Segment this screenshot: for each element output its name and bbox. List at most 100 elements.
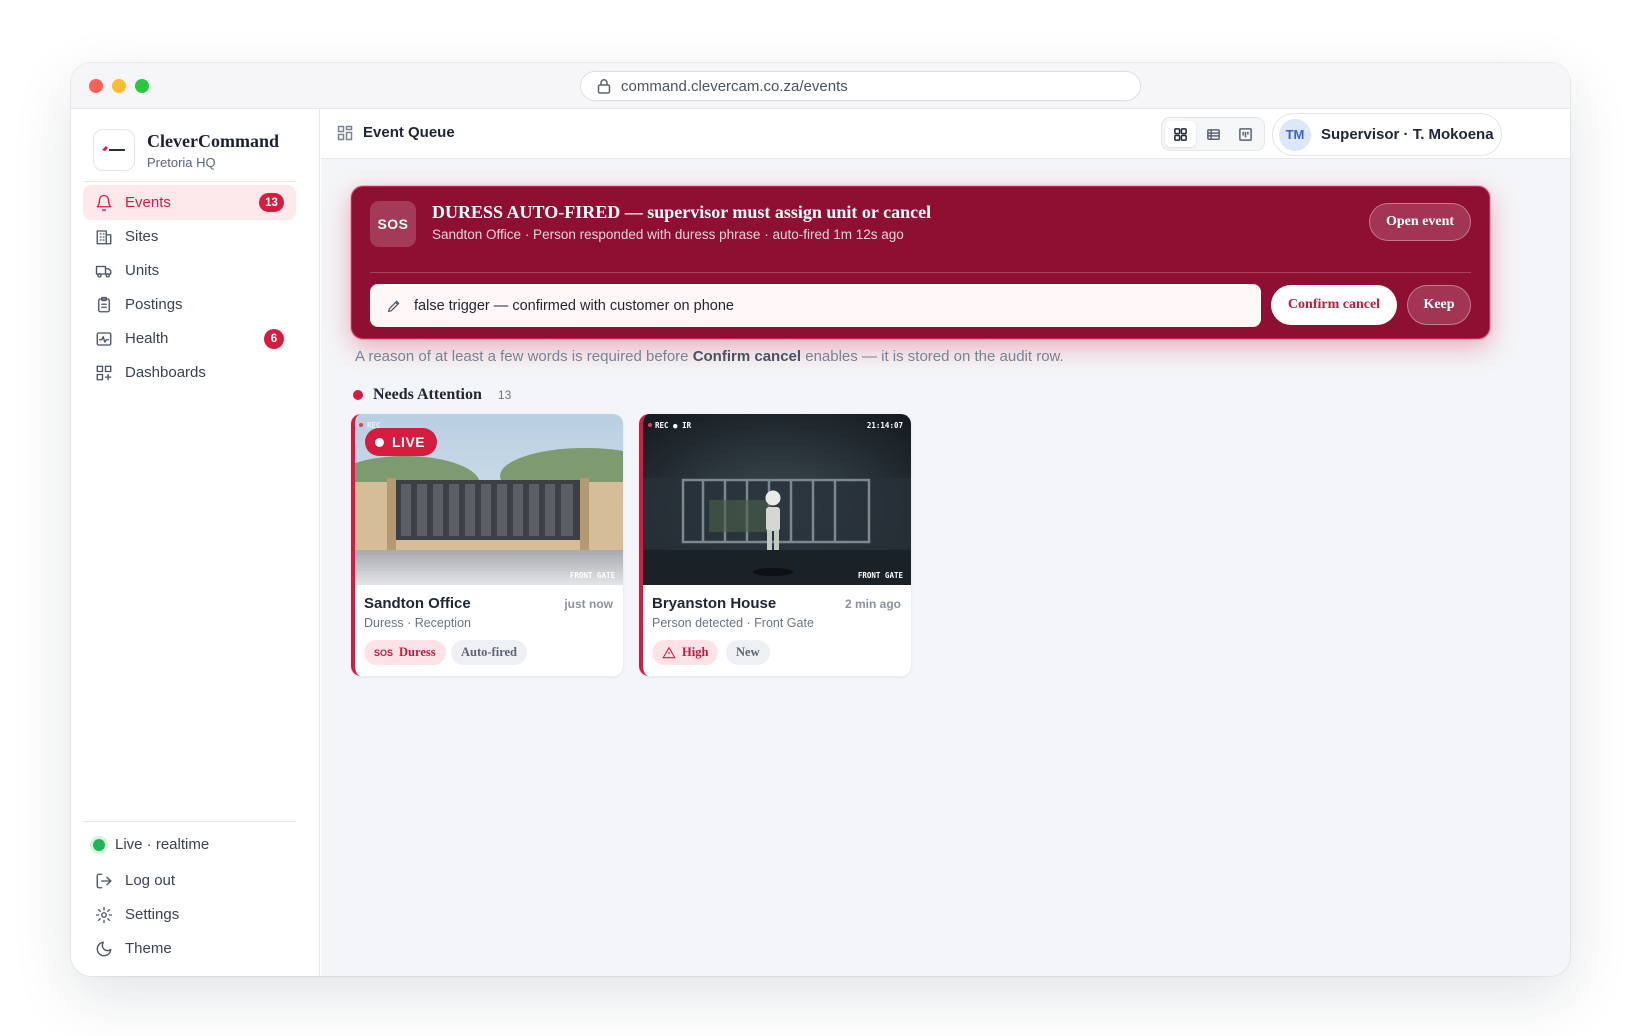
sidebar-item-label: Events — [125, 194, 171, 211]
auto-fired-chip: Auto-fired — [451, 640, 528, 665]
status-chip: New — [726, 640, 770, 665]
sidebar-item-label: Theme — [125, 940, 172, 957]
activity-icon — [96, 331, 112, 346]
brand-name: CleverCommand — [147, 131, 279, 151]
page-title: Event Queue — [337, 124, 455, 141]
card-site-name: Sandton Office — [364, 595, 471, 612]
list-view-button[interactable] — [1198, 121, 1229, 147]
maximize-window-button[interactable] — [135, 79, 149, 93]
grid-view-button[interactable] — [1165, 121, 1196, 147]
address-bar[interactable]: command.clevercam.co.za/events — [580, 71, 1141, 101]
brand-logo — [93, 129, 135, 171]
topbar: Event Queue TM Supervisor · T. Mokoena — [321, 109, 1570, 159]
moon-icon — [96, 941, 112, 956]
board-view-button[interactable] — [1230, 121, 1261, 147]
keep-button[interactable]: Keep — [1407, 285, 1471, 325]
duress-alert-banner: SOS DURESS AUTO-FIRED — supervisor must … — [351, 186, 1490, 339]
sos-icon: SOS — [374, 647, 394, 658]
card-timestamp: 2 min ago — [844, 597, 901, 611]
grid-icon — [1173, 127, 1187, 141]
sidebar-item-events[interactable]: Events 13 — [83, 185, 296, 220]
event-card[interactable]: REC FRONT GATE LIVE Sandton Office just … — [351, 414, 623, 676]
sidebar-divider — [83, 181, 296, 182]
gear-icon — [95, 906, 113, 923]
ir-camera-image — [643, 414, 911, 585]
sidebar-item-label: Units — [125, 262, 160, 279]
live-status: Live · realtime — [93, 836, 209, 853]
alert-subtitle: Sandton Office · Person responded with d… — [432, 227, 904, 242]
event-card[interactable]: REC ● IR 21:14:07 FRONT GATE Bryanston H… — [639, 414, 911, 676]
url-text: command.clevercam.co.za/events — [621, 77, 848, 95]
sidebar-item-theme[interactable]: Theme — [83, 931, 296, 966]
sidebar-divider — [83, 821, 296, 822]
main-content: Event Queue TM Supervisor · T. Mokoena S… — [321, 109, 1570, 976]
section-count: 13 — [497, 388, 512, 402]
sidebar-item-postings[interactable]: Postings — [83, 287, 296, 322]
minimize-window-button[interactable] — [112, 79, 126, 93]
sidebar-item-label: Dashboards — [125, 364, 206, 381]
bell-icon — [96, 194, 112, 211]
live-status-label: Live · realtime — [115, 836, 210, 853]
brand-site: Pretoria HQ — [147, 155, 216, 170]
page-title-text: Event Queue — [363, 124, 455, 141]
cancel-hint-text: A reason of at least a few words is requ… — [355, 348, 1064, 365]
clipboard-icon — [98, 296, 110, 312]
building-icon — [96, 229, 112, 244]
alert-title: DURESS AUTO-FIRED — supervisor must assi… — [432, 202, 932, 222]
sidebar-item-sites[interactable]: Sites — [83, 219, 296, 254]
card-timestamp: just now — [564, 597, 613, 611]
sidebar-item-dashboards[interactable]: Dashboards — [83, 355, 296, 390]
live-badge: LIVE — [365, 428, 438, 456]
sidebar-item-label: Log out — [125, 872, 176, 889]
health-count-badge: 6 — [264, 329, 284, 349]
browser-titlebar: command.clevercam.co.za/events — [71, 63, 1570, 109]
sos-icon: SOS — [370, 201, 416, 247]
camera-thumbnail[interactable]: REC FRONT GATE LIVE — [355, 414, 623, 585]
chip-label: Duress — [399, 645, 436, 659]
hint-text: enables — it is stored on the audit row. — [801, 348, 1064, 365]
dashboard-icon — [96, 365, 112, 380]
sidebar-item-logout[interactable]: Log out — [83, 863, 296, 898]
sidebar: CleverCommand Pretoria HQ Events 13 Site… — [71, 109, 320, 976]
camera-thumbnail[interactable]: REC ● IR 21:14:07 FRONT GATE — [643, 414, 911, 585]
alert-divider — [370, 272, 1471, 273]
camera-time-label: 21:14:07 — [866, 421, 903, 430]
duress-chip: SOS Duress — [364, 640, 446, 665]
board-icon — [1239, 127, 1253, 141]
needs-attention-header: Needs Attention 13 — [353, 386, 511, 404]
truck-icon — [95, 265, 112, 278]
card-subtitle: Duress · Reception — [364, 616, 471, 630]
sidebar-item-health[interactable]: Health 6 — [83, 321, 296, 356]
close-window-button[interactable] — [89, 79, 103, 93]
warning-icon — [662, 646, 676, 658]
live-dot — [375, 437, 384, 447]
chip-label: High — [682, 645, 709, 659]
sidebar-item-label: Postings — [125, 296, 183, 313]
browser-window: command.clevercam.co.za/events CleverCom… — [71, 63, 1570, 976]
view-toggle — [1161, 117, 1265, 151]
avatar: TM — [1279, 118, 1311, 151]
card-subtitle: Person detected · Front Gate — [652, 616, 814, 630]
queue-icon — [337, 125, 353, 140]
brand: CleverCommand Pretoria HQ — [93, 129, 300, 181]
open-event-button[interactable]: Open event — [1369, 203, 1471, 241]
card-site-name: Bryanston House — [652, 595, 777, 612]
user-menu[interactable]: TM Supervisor · T. Mokoena — [1272, 113, 1502, 156]
camera-rec-label: REC ● IR — [655, 421, 692, 430]
section-status-dot — [353, 390, 363, 400]
events-count-badge: 13 — [259, 193, 284, 212]
sidebar-item-label: Settings — [125, 906, 180, 923]
camera-name-label: FRONT GATE — [857, 571, 903, 580]
live-status-dot — [93, 838, 105, 851]
sidebar-item-label: Sites — [125, 228, 159, 245]
cancel-reason-input[interactable]: false trigger — confirmed with customer … — [370, 284, 1261, 327]
sidebar-item-settings[interactable]: Settings — [83, 897, 296, 932]
sidebar-item-units[interactable]: Units — [83, 253, 296, 288]
hint-emphasis: Confirm cancel — [692, 348, 802, 365]
confirm-cancel-button[interactable]: Confirm cancel — [1271, 285, 1397, 325]
cancel-reason-value: false trigger — confirmed with customer … — [414, 297, 734, 314]
camera-name-label: FRONT GATE — [569, 571, 615, 580]
list-icon — [1206, 128, 1220, 140]
pencil-icon — [387, 299, 400, 312]
logout-icon — [96, 873, 112, 888]
